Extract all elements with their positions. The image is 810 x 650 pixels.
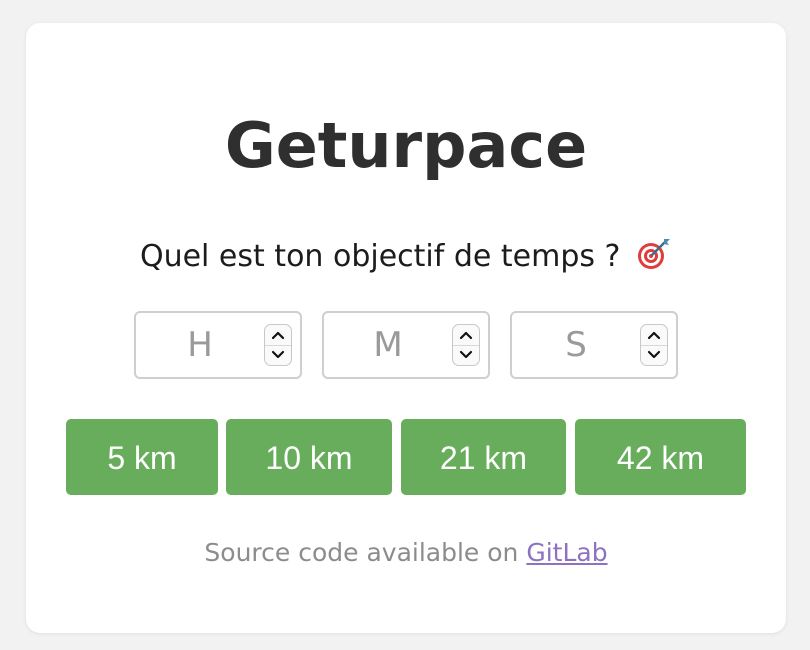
- minutes-input[interactable]: [324, 313, 452, 377]
- time-inputs: [134, 311, 678, 379]
- page-title: Geturpace: [224, 109, 588, 182]
- chevron-up-icon[interactable]: [641, 325, 667, 346]
- minutes-spinner[interactable]: [452, 324, 480, 366]
- distance-21km-button[interactable]: 21 km: [401, 419, 566, 495]
- distance-5km-button[interactable]: 5 km: [66, 419, 218, 495]
- seconds-field: [510, 311, 678, 379]
- minutes-field: [322, 311, 490, 379]
- footer: Source code available on GitLab: [26, 536, 786, 570]
- question-text: Quel est ton objectif de temps ?: [139, 239, 621, 274]
- chevron-down-icon[interactable]: [265, 345, 291, 365]
- chevron-down-icon[interactable]: [641, 345, 667, 365]
- chevron-up-icon[interactable]: [265, 325, 291, 346]
- gitlab-link[interactable]: GitLab: [526, 538, 607, 567]
- time-goal-question: Quel est ton objectif de temps ?: [26, 236, 786, 277]
- main-card: Geturpace Quel est ton objectif de temps…: [26, 23, 786, 633]
- distance-10km-button[interactable]: 10 km: [226, 419, 392, 495]
- footer-text: Source code available on: [204, 538, 527, 567]
- hours-spinner[interactable]: [264, 324, 292, 366]
- distance-buttons: 5 km 10 km 21 km 42 km: [66, 419, 746, 495]
- chevron-down-icon[interactable]: [453, 345, 479, 365]
- hours-input[interactable]: [136, 313, 264, 377]
- chevron-up-icon[interactable]: [453, 325, 479, 346]
- distance-42km-button[interactable]: 42 km: [575, 419, 746, 495]
- target-dart-icon: [636, 236, 672, 272]
- hours-field: [134, 311, 302, 379]
- seconds-input[interactable]: [512, 313, 640, 377]
- seconds-spinner[interactable]: [640, 324, 668, 366]
